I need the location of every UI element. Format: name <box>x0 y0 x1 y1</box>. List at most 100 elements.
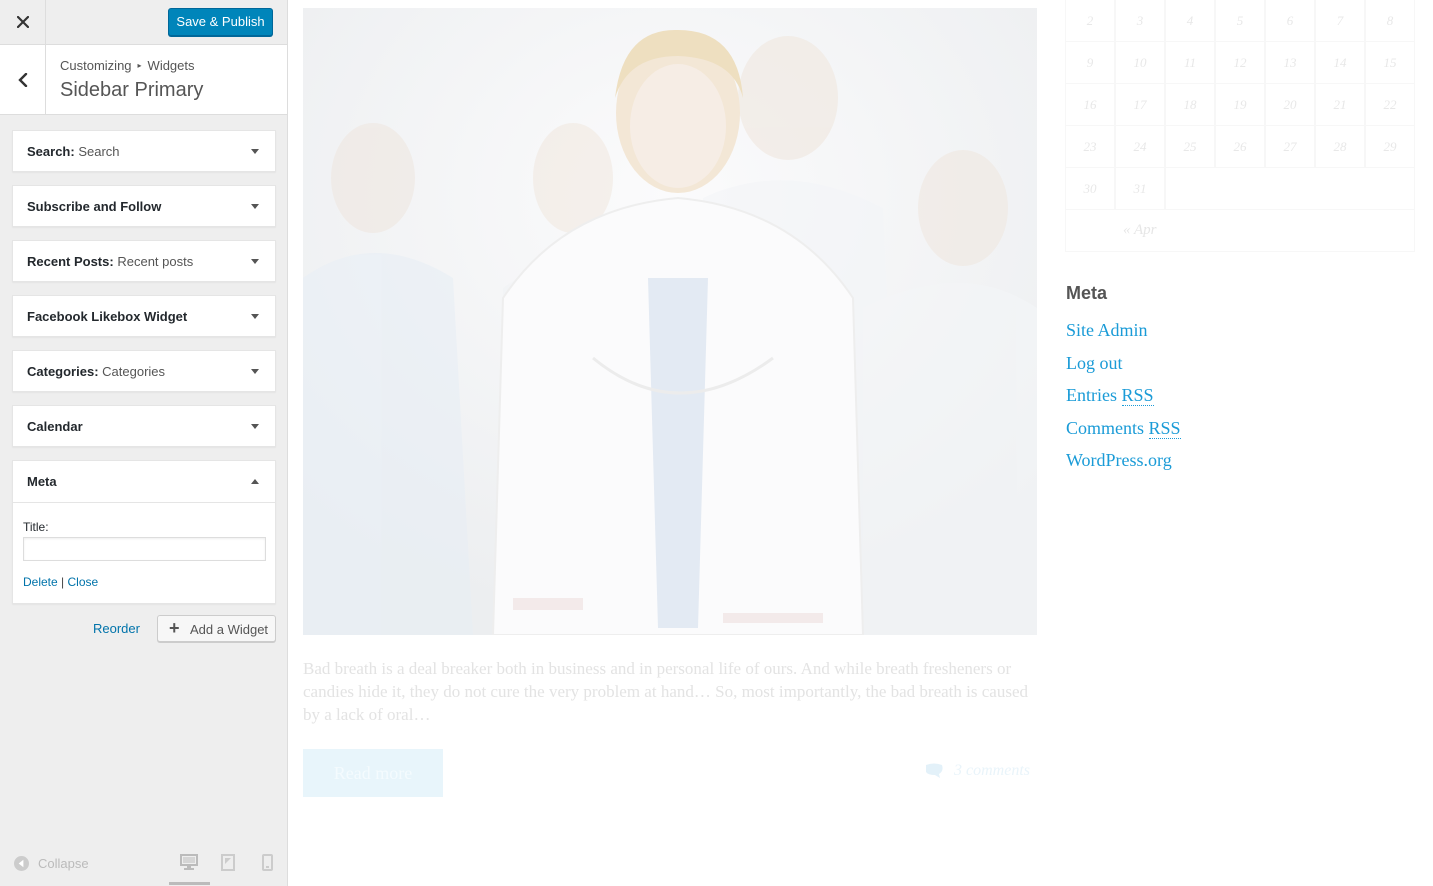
doctors-photo <box>303 8 1037 635</box>
calendar-row: 16 17 18 19 20 21 22 <box>1065 84 1415 126</box>
widget-name: Calendar <box>27 419 83 434</box>
calendar-day: 18 <box>1165 84 1215 126</box>
widget-facebook-likebox[interactable]: Facebook Likebox Widget <box>12 295 276 337</box>
expand-arrow-icon[interactable] <box>251 149 259 154</box>
calendar-day: 11 <box>1165 42 1215 84</box>
expand-arrow-icon[interactable] <box>251 259 259 264</box>
site-preview: Bad breath is a deal breaker both in bus… <box>288 0 1433 886</box>
widget-subscribe-follow[interactable]: Subscribe and Follow <box>12 185 276 227</box>
widget-colon: : <box>94 364 99 379</box>
comment-bubble-icon <box>926 763 943 778</box>
reorder-link[interactable]: Reorder <box>93 621 140 636</box>
featured-image[interactable] <box>303 8 1037 635</box>
calendar-day: 12 <box>1215 42 1265 84</box>
site-admin-link[interactable]: Site Admin <box>1066 318 1181 342</box>
entries-rss-link[interactable]: Entries RSS <box>1066 383 1181 407</box>
expand-arrow-icon[interactable] <box>251 424 259 429</box>
calendar-day: 29 <box>1365 126 1415 168</box>
widget-meta-header[interactable]: Meta <box>13 461 275 503</box>
widget-title: Categories: Categories <box>27 364 165 379</box>
plus-icon: + <box>169 618 180 638</box>
calendar-day: 15 <box>1365 42 1415 84</box>
calendar-day: 16 <box>1065 84 1115 126</box>
widget-meta: Meta Title: Delete | Close <box>12 460 276 604</box>
widget-search[interactable]: Search: Search <box>12 130 276 172</box>
calendar-day: 2 <box>1065 0 1115 42</box>
add-widget-label: Add a Widget <box>190 622 269 637</box>
calendar-prev-month-link[interactable]: « Apr <box>1065 210 1415 252</box>
calendar-day: 31 <box>1115 168 1165 210</box>
customizer-panel: Save & Publish Customizing ▸ Widgets Sid… <box>0 0 288 886</box>
read-more-button[interactable]: Read more <box>303 749 443 797</box>
calendar-day: 7 <box>1315 0 1365 42</box>
log-out-link[interactable]: Log out <box>1066 351 1181 375</box>
widget-name: Categories <box>27 364 95 379</box>
expand-arrow-icon[interactable] <box>251 204 259 209</box>
calendar-day: 26 <box>1215 126 1265 168</box>
desktop-icon <box>180 854 198 870</box>
widget-recent-posts[interactable]: Recent Posts: Recent posts <box>12 240 276 282</box>
calendar-day: 20 <box>1265 84 1315 126</box>
calendar-day: 4 <box>1165 0 1215 42</box>
widget-categories[interactable]: Categories: Categories <box>12 350 276 392</box>
rss-abbr: RSS <box>1121 385 1154 407</box>
preview-tablet-button[interactable] <box>221 854 235 876</box>
widget-actions: Delete | Close <box>23 575 98 589</box>
back-button[interactable] <box>0 45 46 114</box>
calendar-row: 30 31 <box>1065 168 1415 210</box>
mobile-icon <box>262 854 273 871</box>
calendar-day: 17 <box>1115 84 1165 126</box>
calendar-day: 28 <box>1315 126 1365 168</box>
calendar-empty-cell <box>1165 168 1415 210</box>
collapse-arrow-circle-icon <box>14 856 29 871</box>
calendar-day: 8 <box>1365 0 1415 42</box>
calendar-day: 22 <box>1365 84 1415 126</box>
chevron-left-icon <box>17 72 27 87</box>
widget-title: Meta <box>27 474 57 489</box>
comments-link[interactable]: 3 comments <box>924 762 1030 780</box>
meta-widget-preview: Meta Site Admin Log out Entries RSS Comm… <box>1066 283 1181 481</box>
calendar-row: 9 10 11 12 13 14 15 <box>1065 42 1415 84</box>
post-excerpt: Bad breath is a deal breaker both in bus… <box>303 659 1028 724</box>
close-icon <box>16 16 29 28</box>
close-customizer-button[interactable] <box>0 0 46 44</box>
preview-desktop-button[interactable] <box>180 854 198 875</box>
widget-name: Subscribe and Follow <box>27 199 162 214</box>
calendar-day: 9 <box>1065 42 1115 84</box>
widget-title: Recent Posts: Recent posts <box>27 254 193 269</box>
comments-label: Comments <box>1066 417 1145 438</box>
collapse-arrow-icon[interactable] <box>251 479 259 484</box>
collapse-label: Collapse <box>38 856 89 871</box>
close-link[interactable]: Close <box>68 575 99 589</box>
widget-calendar[interactable]: Calendar <box>12 405 276 447</box>
wordpress-org-link[interactable]: WordPress.org <box>1066 448 1181 472</box>
widget-name: Facebook Likebox Widget <box>27 309 188 324</box>
save-publish-button[interactable]: Save & Publish <box>168 8 273 36</box>
calendar-day: 27 <box>1265 126 1315 168</box>
calendar-day: 25 <box>1165 126 1215 168</box>
collapse-button[interactable]: Collapse <box>14 856 89 871</box>
breadcrumb: Customizing ▸ Widgets <box>60 58 195 73</box>
comments-count: 3 comments <box>954 762 1030 779</box>
title-field-label: Title: <box>23 520 49 534</box>
widget-subtitle: Categories <box>102 364 166 379</box>
title-input[interactable] <box>23 537 266 561</box>
comments-rss-link[interactable]: Comments RSS <box>1066 416 1181 440</box>
widget-name: Meta <box>27 474 57 489</box>
calendar-day: 21 <box>1315 84 1365 126</box>
expand-arrow-icon[interactable] <box>251 314 259 319</box>
add-widget-button[interactable]: + Add a Widget <box>157 615 276 642</box>
widget-subtitle: Search <box>78 144 120 159</box>
customizer-header: Save & Publish <box>0 0 287 45</box>
widget-name: Recent Posts <box>27 254 110 269</box>
calendar-day: 6 <box>1265 0 1315 42</box>
calendar-day: 10 <box>1115 42 1165 84</box>
meta-links: Site Admin Log out Entries RSS Comments … <box>1066 318 1181 472</box>
delete-link[interactable]: Delete <box>23 575 58 589</box>
widget-title: Calendar <box>27 419 83 434</box>
widget-title: Facebook Likebox Widget <box>27 309 187 324</box>
calendar-day: 13 <box>1265 42 1315 84</box>
expand-arrow-icon[interactable] <box>251 369 259 374</box>
preview-mobile-button[interactable] <box>262 854 273 876</box>
section-title: Sidebar Primary <box>60 79 204 101</box>
